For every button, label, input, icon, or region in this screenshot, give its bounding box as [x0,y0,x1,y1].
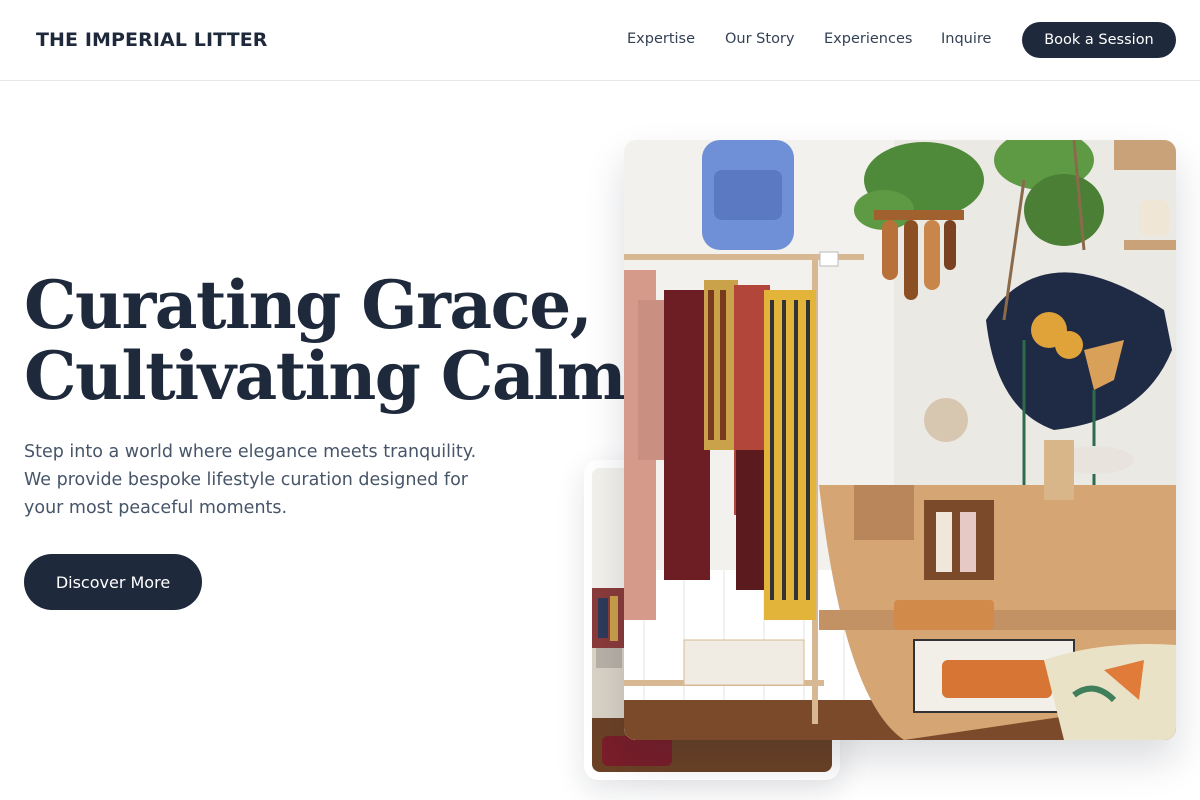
hero-headline: Curating Grace, Cultivating Calm. [24,266,648,415]
nav-link-inquire[interactable]: Inquire [941,31,991,47]
top-navigation: THE IMPERIAL LITTER Expertise Our Story … [0,0,1200,81]
headline-line-1: Curating Grace, [24,266,593,344]
main-shop-photo [624,140,1176,740]
nav-link-our-story[interactable]: Our Story [725,31,794,47]
brand-logo[interactable]: THE IMPERIAL LITTER [36,29,268,51]
book-session-button[interactable]: Book a Session [1022,22,1176,58]
headline-line-2: Cultivating Calm. [24,337,648,415]
discover-more-button[interactable]: Discover More [24,554,202,610]
nav-link-expertise[interactable]: Expertise [627,31,695,47]
nav-link-experiences[interactable]: Experiences [824,31,912,47]
hero-description: Step into a world where elegance meets t… [24,442,477,518]
